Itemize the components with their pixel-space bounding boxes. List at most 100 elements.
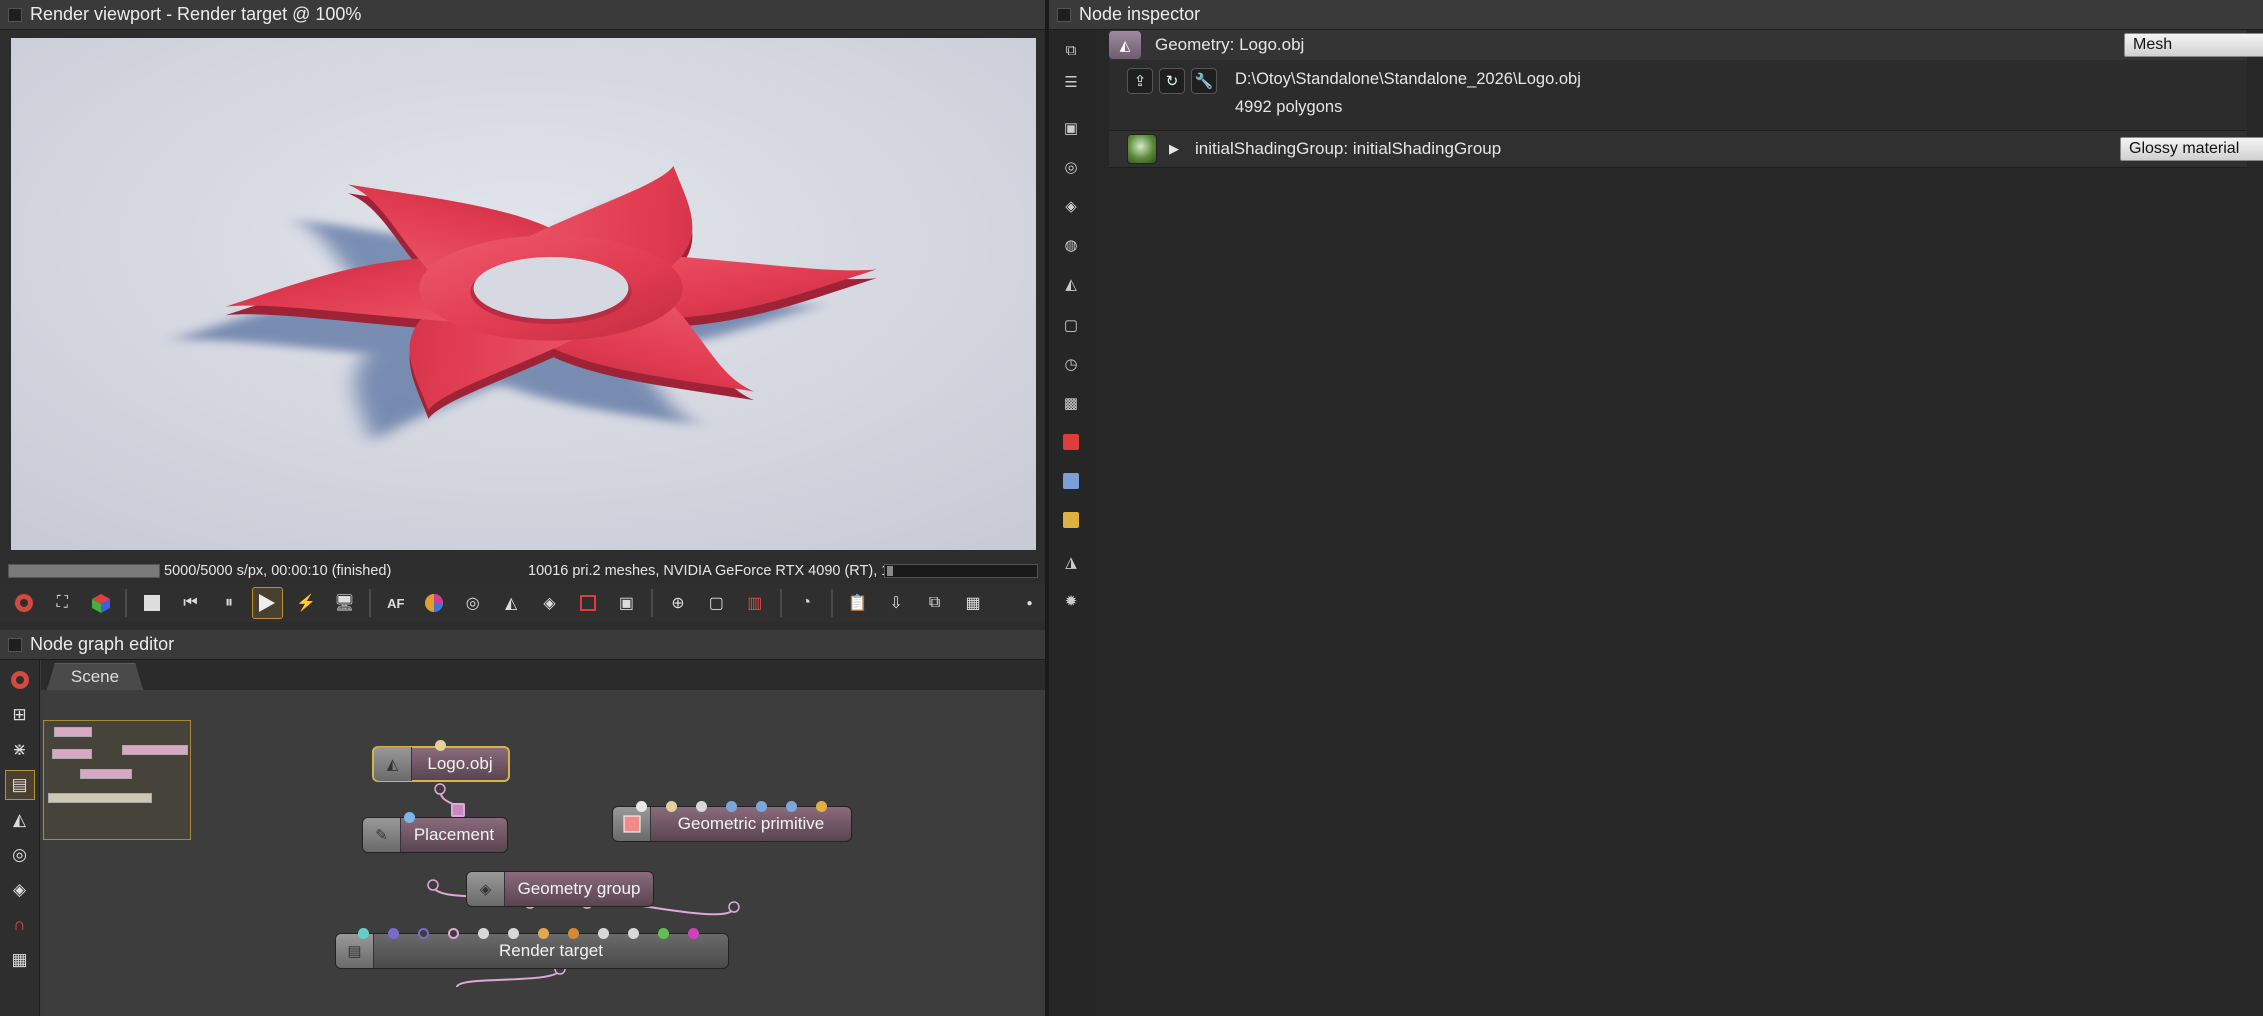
input-pin[interactable] [538,928,549,939]
primitive-icon [613,807,651,841]
region-icon[interactable]: ▢ [701,587,732,619]
input-pin[interactable] [628,928,639,939]
camera-icon[interactable]: ◎ [5,840,35,870]
input-pin[interactable] [696,801,707,812]
input-pin[interactable] [658,928,669,939]
output-pin[interactable] [728,901,740,913]
geometry-header-row[interactable]: ◭ Geometry: Logo.obj Mesh [1109,30,2263,60]
image-icon[interactable]: ▣ [1058,116,1084,140]
gauge-icon[interactable]: ◔ [791,587,822,619]
red-square-icon[interactable] [572,587,603,619]
render-image[interactable] [11,38,1036,550]
render-target-icon[interactable]: ▤ [4,770,35,800]
input-pin[interactable] [358,928,369,939]
render-progress-bar [8,564,160,578]
graph-title-bar: Node graph editor [0,630,1045,660]
object-transform-icon[interactable]: ◈ [534,587,565,619]
input-pin[interactable] [418,928,429,939]
tab-scene[interactable]: Scene [47,663,143,690]
toolbar-separator [369,589,372,617]
input-pin[interactable] [435,740,446,751]
input-pin[interactable] [404,812,415,823]
secondary-progress-bar [884,564,1038,578]
film-icon[interactable]: ▢ [1058,313,1084,337]
octane-logo-icon[interactable] [5,665,35,695]
kernel-icon[interactable]: ▩ [1058,391,1084,415]
input-pin[interactable] [786,801,797,812]
monitor-icon[interactable]: 🖥 [329,587,360,619]
red-cube-icon[interactable] [1058,430,1084,454]
stack-icon[interactable]: ⧉ [1058,38,1084,62]
rewind-icon[interactable]: ⏮ [175,587,206,619]
input-pin[interactable] [568,928,579,939]
geometry-icon[interactable]: ◭ [5,805,35,835]
input-pin[interactable] [508,928,519,939]
output-pin[interactable] [434,783,446,795]
color-wheel-icon[interactable] [419,587,450,619]
copy-icon[interactable]: ⧉ [919,587,950,619]
landscape-icon[interactable]: ◮ [1058,550,1084,574]
panel-grip-icon[interactable] [8,7,22,22]
material-type-dropdown[interactable]: Glossy material [2120,137,2263,161]
pause-icon[interactable]: ⏸ [213,587,244,619]
shading-group-row[interactable]: ▶ initialShadingGroup: initialShadingGro… [1109,130,2263,168]
clock-icon[interactable]: ◷ [1058,352,1084,376]
panel-grip-icon[interactable] [1057,7,1071,22]
input-pin[interactable] [688,928,699,939]
panel-grip-icon[interactable] [8,637,22,652]
file-path: D:\Otoy\Standalone\Standalone_2026\Logo.… [1235,70,1581,88]
output-pin[interactable] [427,879,439,891]
input-pin[interactable] [816,801,827,812]
environment-icon[interactable]: ◈ [5,875,35,905]
camera-icon[interactable]: ◎ [457,587,488,619]
inspector-title: Node inspector [1079,4,1201,24]
input-pin[interactable] [448,928,459,939]
blue-cube-icon[interactable] [1058,469,1084,493]
environment-icon[interactable]: ◈ [1058,194,1084,218]
reload-icon[interactable]: ↻ [1159,68,1185,94]
collapse-icon[interactable]: ☰ [1058,70,1084,94]
gold-cube-icon[interactable] [1058,508,1084,532]
clipboard-icon[interactable]: 📋 [842,587,873,619]
node-geometry-group[interactable]: ◈ Geometry group [466,871,654,907]
render-priority-icon[interactable]: ▥ [739,587,770,619]
node-placement[interactable]: ✎ Placement [362,817,508,853]
texture-icon[interactable]: ▣ [611,587,642,619]
wrench-icon[interactable]: 🔧 [1191,68,1217,94]
checker-icon[interactable]: ▦ [957,587,988,619]
node-tree-icon[interactable]: ⊞ [5,700,35,730]
camera-icon[interactable]: ◎ [1058,155,1084,179]
octane-logo-icon[interactable] [8,587,39,619]
material-icon[interactable]: ◍ [1058,233,1084,257]
graph-canvas[interactable]: ◭ Logo.obj ✎ Placement Geometric primiti… [41,690,1045,1016]
input-pin[interactable] [666,801,677,812]
color-cube-icon[interactable] [85,587,116,619]
play-icon[interactable] [251,587,284,619]
input-pin[interactable] [636,801,647,812]
input-pin[interactable] [451,803,465,817]
input-pin[interactable] [478,928,489,939]
fit-icon[interactable]: ⛶ [46,587,77,619]
upload-icon[interactable]: ⇪ [1127,68,1153,94]
input-pin[interactable] [598,928,609,939]
input-pin[interactable] [726,801,737,812]
grid-icon[interactable]: ▦ [5,945,35,975]
render-status-text: 5000/5000 s/px, 00:00:10 (finished) [164,563,392,579]
node-spread-icon[interactable]: ⋇ [5,735,35,765]
dot-icon[interactable]: ● [1014,587,1045,619]
mesh-icon: ◭ [374,747,412,781]
sun-icon[interactable]: ✹ [1058,589,1084,613]
zoom-icon[interactable]: ⊕ [662,587,693,619]
input-pin[interactable] [756,801,767,812]
input-pin[interactable] [388,928,399,939]
node-logo-obj[interactable]: ◭ Logo.obj [372,746,510,782]
stop-icon[interactable] [136,587,167,619]
magnet-icon[interactable]: ∩ [5,910,35,940]
expand-arrow-icon[interactable]: ▶ [1169,141,1179,157]
af-icon[interactable]: AF [380,587,411,619]
geometry-type-dropdown[interactable]: Mesh [2124,33,2263,57]
object-icon[interactable]: ◭ [495,587,526,619]
geometry-icon[interactable]: ◭ [1058,272,1084,296]
export-icon[interactable]: ⇩ [880,587,911,619]
lightning-icon[interactable]: ⚡ [290,587,321,619]
